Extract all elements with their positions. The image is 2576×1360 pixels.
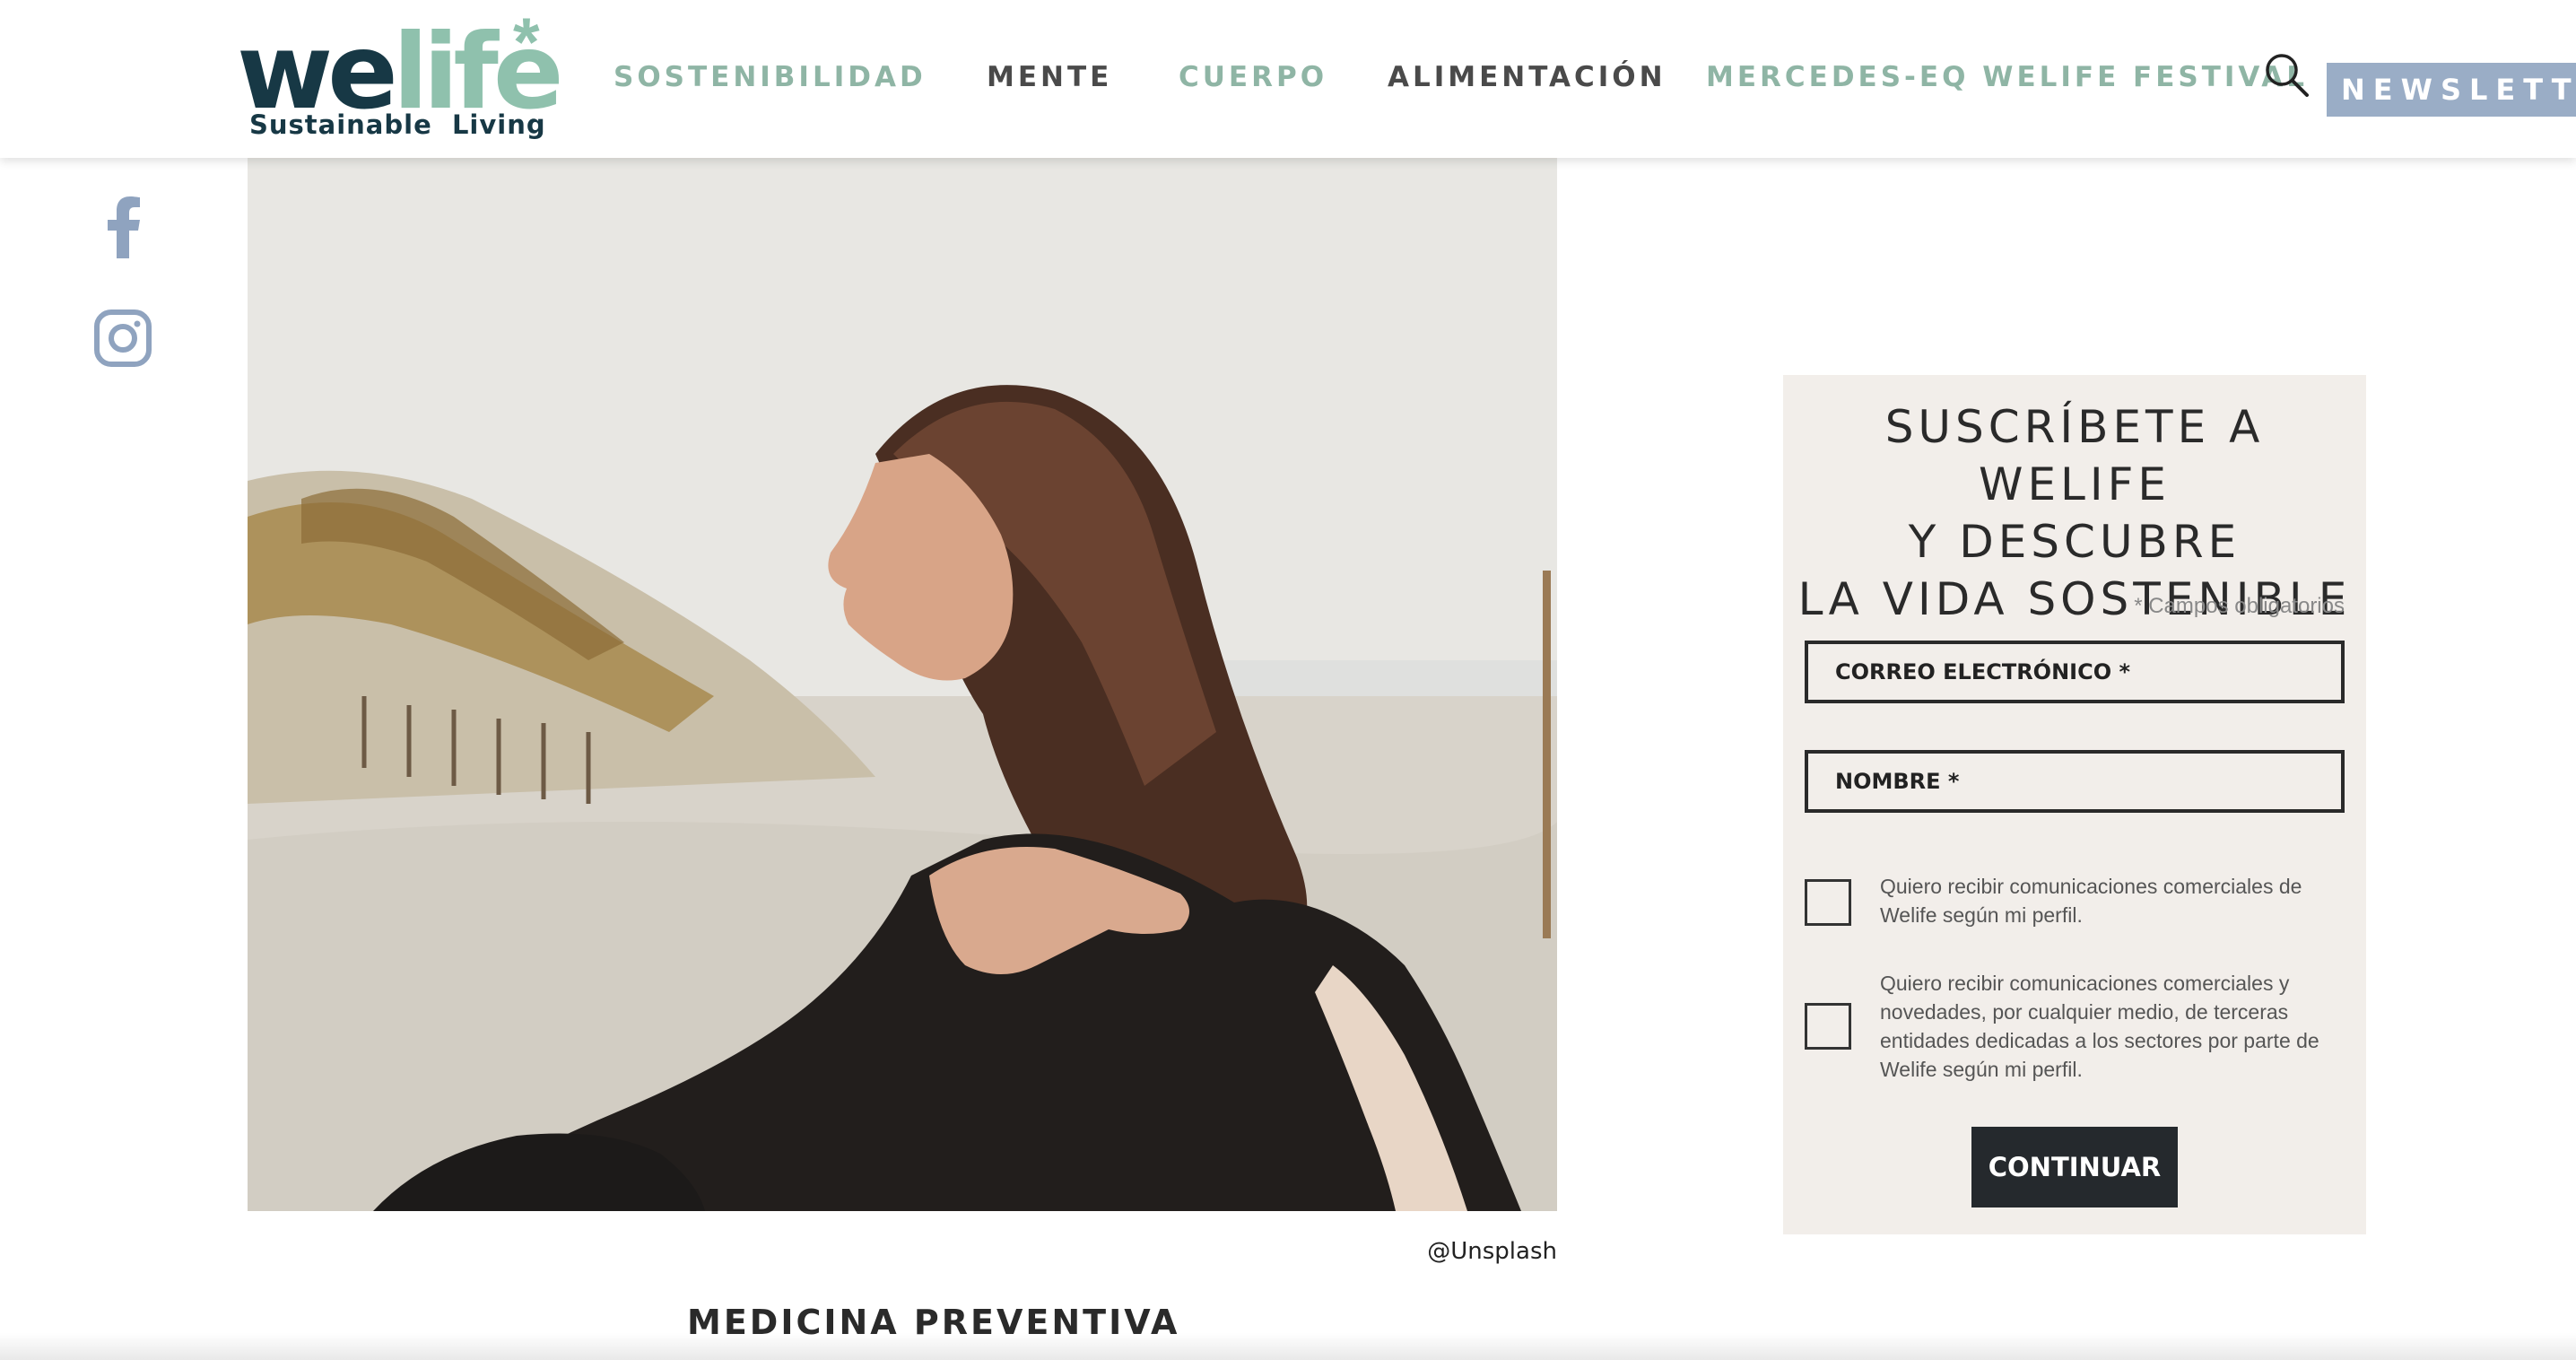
bottom-fade [0, 1333, 2576, 1360]
name-field[interactable]: NOMBRE * [1805, 750, 2345, 813]
beach-photo [248, 158, 1557, 1211]
instagram-icon[interactable] [93, 309, 152, 368]
logo-tagline: Sustainable Living [249, 109, 546, 140]
search-icon[interactable] [2264, 52, 2311, 99]
consent-third-party-checkbox[interactable] [1805, 1003, 1851, 1050]
site-header: welife * Sustainable Living SOSTENIBILID… [0, 0, 2576, 158]
facebook-icon[interactable] [99, 196, 145, 258]
welife-logo[interactable]: welife * Sustainable Living [237, 7, 564, 149]
required-fields-note: * Campos obligatorios [2134, 594, 2345, 618]
consent-welife-checkbox[interactable] [1805, 879, 1851, 926]
continue-button[interactable]: CONTINUAR [1971, 1127, 2178, 1207]
hero-image [248, 158, 1557, 1211]
nav-item-alimentacion[interactable]: ALIMENTACIÓN [1388, 59, 1667, 95]
asterisk-icon: * [513, 4, 540, 81]
nav-item-sostenibilidad[interactable]: SOSTENIBILIDAD [614, 59, 927, 95]
subscribe-title-line: SUSCRÍBETE A WELIFE [1884, 401, 2265, 510]
email-field[interactable]: CORREO ELECTRÓNICO * [1805, 641, 2345, 703]
newsletter-button[interactable]: NEWSLETTER [2327, 63, 2576, 117]
subscribe-title-line: Y DESCUBRE [1908, 516, 2241, 568]
subscribe-panel: SUSCRÍBETE A WELIFE Y DESCUBRE LA VIDA S… [1783, 375, 2366, 1234]
consent-third-party-label: Quiero recibir comunicaciones comerciale… [1880, 972, 2319, 1081]
nav-item-festival[interactable]: MERCEDES-EQ WELIFE FESTIVAL [1706, 59, 2308, 95]
nav-item-cuerpo[interactable]: CUERPO [1179, 59, 1327, 95]
consent-welife-label: Quiero recibir comunicaciones comerciale… [1880, 875, 2302, 927]
nav-item-mente[interactable]: MENTE [987, 59, 1112, 95]
image-credit: @Unsplash [1427, 1238, 1557, 1265]
